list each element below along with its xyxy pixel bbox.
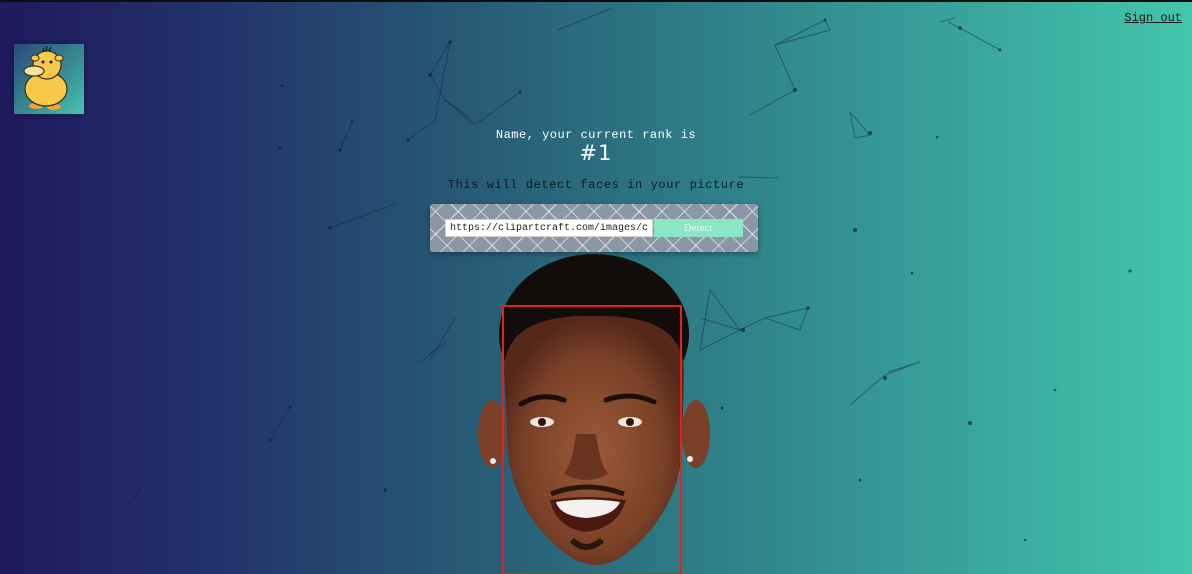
sign-out-link[interactable]: Sign out [1124,11,1182,25]
image-url-form: Detect [430,204,758,252]
app-logo [14,44,84,114]
description-text: This will detect faces in your picture [447,178,745,192]
detect-button[interactable]: Detect [654,219,743,237]
rank-title: Name, your current rank is [495,128,697,142]
duck-icon [23,45,68,110]
face-bounding-box [502,305,682,574]
image-url-input[interactable] [445,219,653,237]
rank-value: #1 [579,141,613,165]
